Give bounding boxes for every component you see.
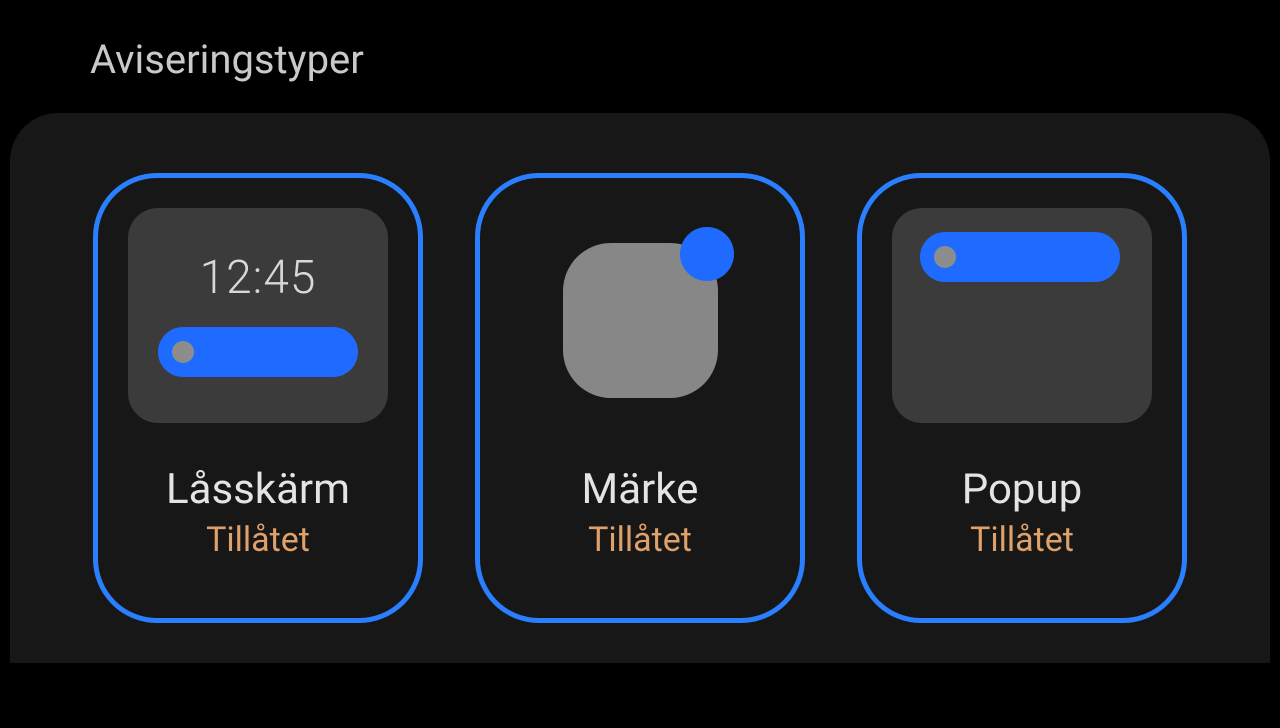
- lockscreen-status: Tillåtet: [166, 520, 350, 560]
- badge-status: Tillåtet: [582, 520, 699, 560]
- badge-title: Märke: [582, 465, 699, 514]
- popup-preview: [892, 208, 1152, 423]
- lockscreen-title: Låsskärm: [166, 465, 350, 514]
- notification-pill-icon: [158, 327, 358, 377]
- notification-types-panel: 12:45 Låsskärm Tillåtet: [10, 113, 1270, 663]
- badge-card[interactable]: Märke Tillåtet: [475, 173, 805, 623]
- card-row: 12:45 Låsskärm Tillåtet: [70, 173, 1210, 623]
- section-header: Aviseringstyper: [0, 0, 1280, 113]
- lockscreen-card[interactable]: 12:45 Låsskärm Tillåtet: [93, 173, 423, 623]
- lockscreen-time: 12:45: [200, 251, 317, 305]
- popup-labels: Popup Tillåtet: [962, 465, 1083, 560]
- popup-status: Tillåtet: [962, 520, 1083, 560]
- pill-dot-icon: [934, 246, 956, 268]
- lockscreen-labels: Låsskärm Tillåtet: [166, 465, 350, 560]
- badge-preview: [510, 208, 770, 423]
- popup-title: Popup: [962, 465, 1083, 514]
- popup-pill-icon: [920, 232, 1120, 282]
- settings-page: Aviseringstyper 12:45 Låsskärm Tillåtet: [0, 0, 1280, 728]
- badge-labels: Märke Tillåtet: [582, 465, 699, 560]
- popup-card[interactable]: Popup Tillåtet: [857, 173, 1187, 623]
- badge-dot-icon: [680, 227, 734, 281]
- lockscreen-preview: 12:45: [128, 208, 388, 423]
- pill-dot-icon: [172, 341, 194, 363]
- app-icon: [563, 243, 718, 398]
- section-title: Aviseringstyper: [90, 36, 1190, 83]
